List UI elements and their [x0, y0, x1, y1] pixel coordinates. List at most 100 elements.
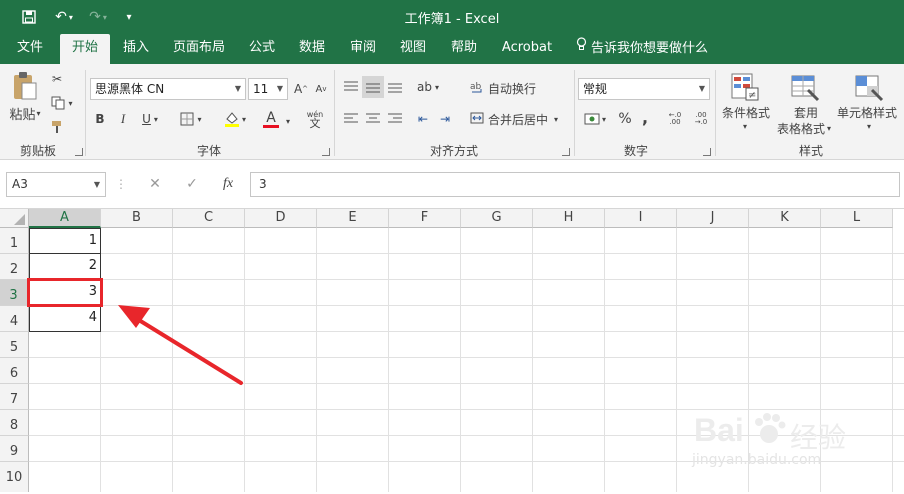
gridline	[29, 279, 904, 280]
group-divider	[574, 70, 575, 156]
column-header[interactable]: L	[821, 209, 893, 228]
align-center-icon[interactable]	[364, 110, 382, 128]
row-header[interactable]: 2	[0, 254, 29, 280]
cell-styles-button[interactable]: 单元格样式	[834, 104, 900, 120]
column-header[interactable]: H	[533, 209, 605, 228]
column-header[interactable]: I	[605, 209, 677, 228]
name-box[interactable]: A3 ▼	[6, 172, 106, 197]
format-as-table-label-1[interactable]: 套用	[790, 104, 822, 120]
cut-icon[interactable]: ✂	[48, 70, 66, 88]
formula-input[interactable]: 3	[250, 172, 900, 197]
format-as-table-icon[interactable]	[788, 70, 822, 104]
merge-center-button[interactable]: 合并后居中 ▾	[470, 109, 570, 129]
row-header[interactable]: 1	[0, 228, 29, 254]
conditional-format-button[interactable]: 条件格式	[718, 104, 774, 120]
clipboard-launcher-icon[interactable]	[75, 148, 83, 156]
cell-styles-icon[interactable]	[852, 70, 886, 104]
select-all-corner[interactable]	[0, 209, 29, 228]
font-launcher-icon[interactable]	[322, 148, 330, 156]
increase-decimal-icon[interactable]: ←.0.00	[664, 108, 686, 130]
svg-text:≠: ≠	[748, 90, 756, 101]
column-header[interactable]: D	[245, 209, 317, 228]
conditional-format-dropdown-icon[interactable]: ▾	[738, 120, 752, 132]
decrease-decimal-icon[interactable]: .00 →.0	[690, 108, 712, 130]
comma-style-button[interactable]: ,	[638, 108, 652, 127]
wrap-text-button[interactable]: ab 自动换行	[470, 78, 566, 98]
orientation-icon[interactable]: ab ▾	[414, 78, 442, 96]
tell-me-box[interactable]: 告诉我你想要做什么	[576, 34, 708, 64]
insert-function-icon[interactable]: fx	[218, 175, 238, 193]
column-header[interactable]: E	[317, 209, 389, 228]
row-header[interactable]: 10	[0, 462, 29, 492]
column-header[interactable]: A	[29, 209, 101, 228]
column-header[interactable]: G	[461, 209, 533, 228]
increase-font-icon[interactable]: A ^	[292, 80, 310, 98]
number-launcher-icon[interactable]	[703, 148, 711, 156]
column-header[interactable]: C	[173, 209, 245, 228]
format-as-table-label-2: 表格格式	[776, 121, 825, 136]
underline-button[interactable]: U ▾	[136, 110, 164, 128]
tab-acrobat[interactable]: Acrobat	[499, 34, 555, 64]
tab-file[interactable]: 文件	[10, 34, 50, 64]
paste-icon[interactable]	[10, 70, 40, 102]
font-color-icon[interactable]: A	[255, 108, 287, 130]
row-header[interactable]: 7	[0, 384, 29, 410]
cell-a2[interactable]: 2	[29, 254, 101, 280]
align-middle-icon[interactable]	[362, 76, 384, 98]
italic-button[interactable]: I	[115, 110, 131, 128]
row-header[interactable]: 9	[0, 436, 29, 462]
align-left-icon[interactable]	[342, 110, 360, 128]
increase-indent-icon[interactable]: ⇥	[436, 110, 454, 128]
tab-view[interactable]: 视图	[395, 34, 431, 64]
cell-styles-dropdown-icon[interactable]: ▾	[862, 120, 876, 132]
lightbulb-icon	[576, 35, 587, 63]
cell-a4[interactable]: 4	[29, 306, 101, 332]
row-header[interactable]: 6	[0, 358, 29, 384]
conditional-format-icon[interactable]: ≠	[728, 70, 762, 104]
paste-button[interactable]: 粘贴 ▾	[8, 104, 42, 123]
row-header[interactable]: 4	[0, 306, 29, 332]
confirm-entry-icon[interactable]: ✓	[183, 175, 201, 193]
bold-button[interactable]: B	[92, 110, 108, 128]
decrease-indent-icon[interactable]: ⇤	[414, 110, 432, 128]
column-header[interactable]: K	[749, 209, 821, 228]
accounting-format-icon[interactable]: ▾	[580, 110, 610, 128]
column-header[interactable]: B	[101, 209, 173, 228]
tab-review[interactable]: 审阅	[345, 34, 381, 64]
decrease-font-icon[interactable]: Av	[312, 80, 330, 98]
font-color-letter: A	[266, 109, 276, 126]
underline-label: U	[142, 112, 151, 126]
cell-a1[interactable]: 1	[29, 228, 101, 254]
tab-home[interactable]: 开始	[60, 34, 110, 64]
copy-icon[interactable]: ▾	[46, 94, 78, 112]
font-name-select[interactable]: 思源黑体 CN ▼	[90, 78, 246, 100]
align-bottom-icon[interactable]	[386, 78, 404, 96]
tab-insert[interactable]: 插入	[118, 34, 154, 64]
align-top-icon[interactable]	[342, 78, 360, 96]
tab-formulas[interactable]: 公式	[245, 34, 279, 64]
font-size-select[interactable]: 11 ▼	[248, 78, 288, 100]
font-color-dropdown-icon[interactable]: ▾	[284, 116, 292, 126]
column-header[interactable]: F	[389, 209, 461, 228]
border-icon[interactable]: ▾	[176, 110, 206, 128]
active-cell-highlight	[27, 278, 103, 307]
gridline	[388, 228, 389, 492]
align-right-icon[interactable]	[386, 110, 404, 128]
fill-color-icon[interactable]: ▾	[220, 108, 250, 130]
tab-help[interactable]: 帮助	[446, 34, 482, 64]
cancel-entry-icon[interactable]: ✕	[146, 175, 164, 193]
tab-data[interactable]: 数据	[294, 34, 330, 64]
name-box-value: A3	[12, 177, 28, 191]
percent-style-button[interactable]: %	[616, 110, 634, 128]
number-format-select[interactable]: 常规 ▼	[578, 78, 710, 100]
row-header[interactable]: 8	[0, 410, 29, 436]
row-header[interactable]: 5	[0, 332, 29, 358]
format-as-table-button[interactable]: 表格格式 ▾	[772, 120, 836, 136]
phonetic-guide-icon[interactable]: wén 文	[300, 106, 330, 132]
row-header[interactable]: 3	[0, 280, 29, 306]
alignment-launcher-icon[interactable]	[562, 148, 570, 156]
tab-page-layout[interactable]: 页面布局	[168, 34, 230, 64]
format-painter-icon[interactable]	[48, 118, 66, 136]
column-header[interactable]: J	[677, 209, 749, 228]
font-size-value: 11	[253, 82, 269, 96]
